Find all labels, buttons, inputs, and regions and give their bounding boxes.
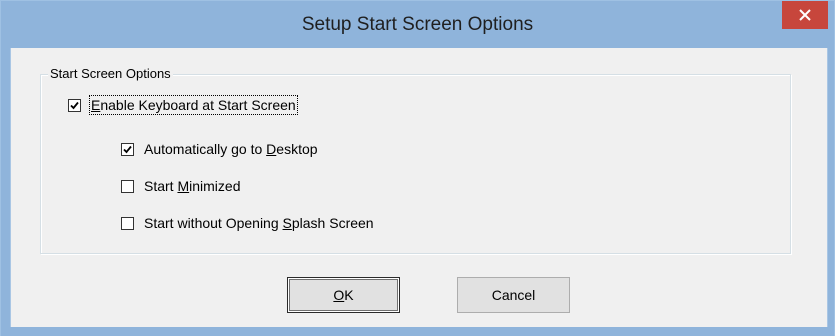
window-frame-bottom [1,327,834,336]
enable-keyboard-checkbox[interactable] [68,98,81,112]
enable-keyboard-option[interactable]: Enable Keyboard at Start Screen [68,95,298,115]
group-legend: Start Screen Options [48,66,173,81]
window-frame-left [1,48,10,327]
dialog-client-area: Start Screen Options Enable Keyboard at … [10,48,828,327]
window-title: Setup Start Screen Options [301,14,534,35]
auto-desktop-option[interactable]: Automatically go to Desktop [121,141,318,157]
title-bar[interactable]: Setup Start Screen Options [1,1,834,48]
no-splash-label: Start without Opening Splash Screen [144,215,374,231]
start-minimized-checkbox[interactable] [121,179,134,193]
start-minimized-option[interactable]: Start Minimized [121,178,241,194]
start-screen-options-group: Start Screen Options Enable Keyboard at … [40,66,791,254]
cancel-button[interactable]: Cancel [457,277,570,313]
no-splash-checkbox[interactable] [121,216,134,230]
close-button[interactable] [782,1,828,29]
close-icon [799,9,811,21]
start-minimized-label: Start Minimized [144,178,241,194]
dialog-window: Setup Start Screen Options Start Screen … [0,0,835,336]
ok-button[interactable]: OK [287,277,400,313]
no-splash-option[interactable]: Start without Opening Splash Screen [121,215,374,231]
enable-keyboard-label: Enable Keyboard at Start Screen [89,95,298,115]
auto-desktop-checkbox[interactable] [121,142,134,156]
auto-desktop-label: Automatically go to Desktop [144,141,318,157]
